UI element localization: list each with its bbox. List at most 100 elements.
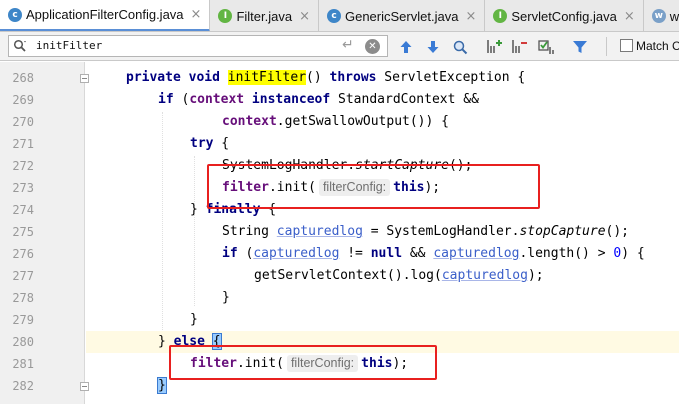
tab-web[interactable]: w we	[644, 0, 679, 31]
line-number: 269	[12, 93, 34, 107]
tab-label: we	[669, 8, 679, 24]
annotation-highlight-box	[207, 164, 540, 209]
line-number: 275	[12, 225, 34, 239]
filter-search-results-icon[interactable]	[571, 38, 589, 56]
code-token: capturedlog	[253, 246, 340, 261]
code-line-282: }	[157, 375, 167, 397]
search-query: initFilter	[36, 39, 103, 52]
line-number: 274	[12, 203, 34, 217]
code-token: stopCapture	[519, 224, 606, 239]
code-token: .length() >	[519, 246, 614, 261]
code-token: .getSwallowOutput()) {	[276, 114, 449, 129]
next-occurrence-icon[interactable]	[424, 38, 442, 56]
indent-guide	[194, 156, 195, 306]
indent-guide	[162, 112, 163, 330]
code-token: ();	[605, 224, 630, 239]
code-line-269: if (context instanceof StandardContext &…	[158, 89, 479, 111]
code-line-279: }	[190, 309, 198, 331]
code-token: throws	[329, 70, 377, 85]
editor-tab-bar: c ApplicationFilterConfig.java × I Filte…	[0, 0, 679, 32]
code-line-271: try {	[190, 133, 229, 155]
web-file-icon: w	[651, 9, 666, 23]
code-token: }	[190, 202, 206, 217]
previous-occurrence-icon[interactable]	[397, 38, 415, 56]
code-line-270: context.getSwallowOutput()) {	[222, 111, 449, 133]
code-token: ) {	[621, 246, 645, 261]
line-number: 268	[12, 71, 34, 85]
line-number: 279	[12, 313, 34, 327]
code-token: }	[222, 290, 230, 305]
code-line-268: private void initFilter() throws Servlet…	[126, 67, 525, 89]
line-number: 282	[12, 379, 34, 393]
code-token: capturedlog	[433, 246, 520, 261]
matched-brace: }	[157, 377, 167, 394]
line-number: 281	[12, 357, 34, 371]
line-number: 276	[12, 247, 34, 261]
match-case-checkbox[interactable]	[620, 39, 633, 52]
code-token: StandardContext &&	[330, 92, 479, 107]
tab-label: ServletConfig.java	[511, 8, 617, 24]
code-line-275: String capturedlog = SystemLogHandler.st…	[222, 221, 629, 243]
enter-icon: ↵	[342, 37, 354, 53]
select-all-occurrences-icon[interactable]	[537, 38, 555, 56]
close-icon[interactable]: ×	[465, 9, 476, 24]
code-token: capturedlog	[276, 224, 363, 239]
line-number: 272	[12, 159, 34, 173]
add-selection-icon[interactable]	[485, 38, 503, 56]
fold-icon[interactable]	[80, 382, 89, 391]
close-icon[interactable]: ×	[191, 7, 202, 22]
code-token: capturedlog	[441, 268, 528, 283]
tab-label: Filter.java	[236, 8, 293, 24]
code-line-277: getServletContext().log(capturedlog);	[254, 265, 544, 287]
code-token: 0	[613, 246, 622, 261]
close-icon[interactable]: ×	[299, 9, 310, 24]
tab-label: ApplicationFilterConfig.java	[26, 7, 184, 22]
code-line-276: if (capturedlog != null && capturedlog.l…	[222, 243, 645, 265]
code-token: ServletException {	[376, 70, 526, 85]
find-in-path-icon[interactable]	[451, 38, 469, 56]
line-number: 278	[12, 291, 34, 305]
tab-label: GenericServlet.java	[344, 8, 459, 24]
code-token: }	[190, 312, 198, 327]
remove-selection-icon[interactable]	[510, 38, 528, 56]
line-number: 280	[12, 335, 34, 349]
search-icon[interactable]	[13, 39, 27, 53]
code-token: private void	[126, 70, 228, 85]
tab-servlet-config[interactable]: I ServletConfig.java ×	[485, 0, 644, 31]
code-token: (	[237, 246, 254, 261]
code-token: {	[213, 136, 230, 151]
code-token: !=	[339, 246, 371, 261]
code-token: (	[173, 92, 190, 107]
code-token: context	[222, 114, 277, 129]
code-token: if	[222, 246, 238, 261]
code-token: = SystemLogHandler.	[362, 224, 520, 239]
code-token: );	[527, 268, 544, 283]
find-toolbar: initFilter ↵ ✕ Match C	[0, 32, 679, 61]
code-line-278: }	[222, 287, 230, 309]
code-token: String	[222, 224, 277, 239]
tab-filter[interactable]: I Filter.java ×	[210, 0, 319, 31]
toolbar-separator	[606, 37, 607, 56]
interface-file-icon: I	[493, 9, 508, 23]
annotation-highlight-box	[169, 345, 437, 380]
code-token: context	[189, 92, 245, 107]
clear-search-icon[interactable]: ✕	[365, 39, 380, 54]
code-token: getServletContext().log(	[254, 268, 442, 283]
interface-file-icon: I	[218, 9, 233, 23]
code-token: instanceof	[244, 92, 331, 107]
close-icon[interactable]: ×	[624, 9, 635, 24]
tab-generic-servlet[interactable]: c GenericServlet.java ×	[319, 0, 486, 31]
code-token: ()	[306, 70, 330, 85]
code-token: &&	[402, 246, 434, 261]
search-match-highlight: initFilter	[227, 70, 307, 85]
match-case-label: Match C	[636, 39, 679, 53]
fold-icon[interactable]	[80, 74, 89, 83]
search-input[interactable]: initFilter ↵ ✕	[8, 35, 388, 57]
line-number: 277	[12, 269, 34, 283]
code-token: try	[190, 136, 214, 151]
class-file-icon: c	[326, 9, 341, 23]
tab-application-filter-config[interactable]: c ApplicationFilterConfig.java ×	[0, 0, 211, 31]
code-token: if	[158, 92, 174, 107]
code-token: null	[370, 246, 403, 261]
line-number: 273	[12, 181, 34, 195]
